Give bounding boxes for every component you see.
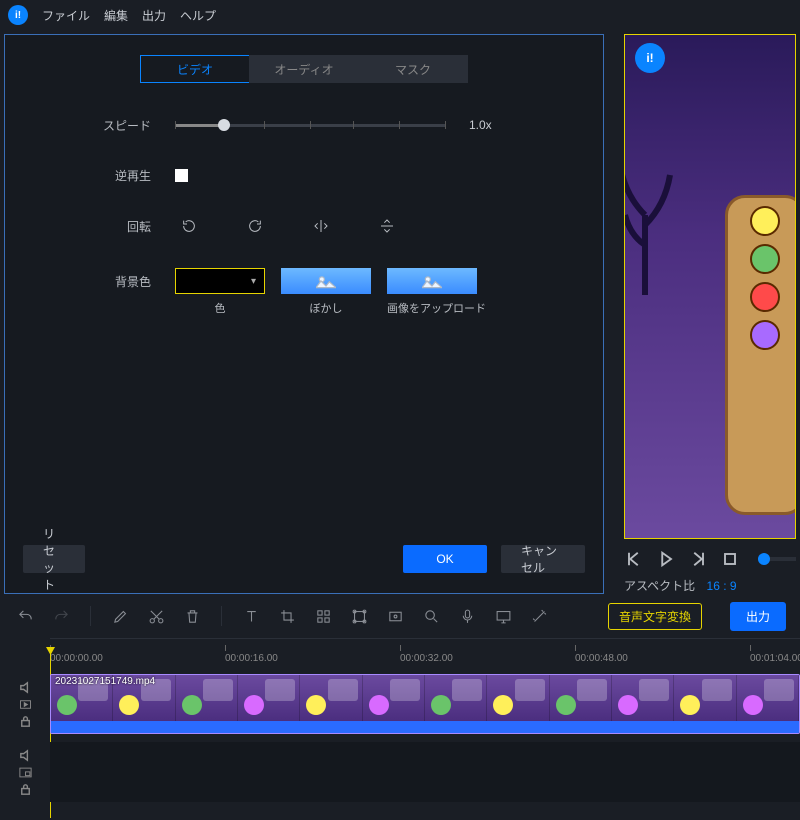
bgcolor-upload-button[interactable] [387, 268, 477, 294]
video-track-icon [18, 697, 33, 712]
empty-track-body[interactable] [50, 742, 800, 802]
speed-slider-thumb[interactable] [218, 119, 230, 131]
watermark-logo-icon: i! [635, 43, 665, 73]
preview-viewport[interactable]: i! [624, 34, 796, 539]
next-frame-button[interactable] [688, 549, 708, 569]
bgcolor-blur-button[interactable] [281, 268, 371, 294]
bgcolor-blur-label: ぼかし [281, 300, 371, 316]
stop-button[interactable] [720, 549, 740, 569]
mosaic-icon[interactable] [312, 605, 334, 627]
screen-record-icon[interactable] [492, 605, 514, 627]
scene-character-panel [725, 195, 796, 515]
redo-icon[interactable] [50, 605, 72, 627]
lock-icon [18, 714, 33, 729]
scene-tree-icon [624, 95, 675, 295]
tab-mask[interactable]: マスク [358, 55, 468, 83]
time-mark: 00:00:32.00 [400, 653, 453, 664]
pip-track-icon [18, 765, 33, 780]
cancel-button[interactable]: キャンセル [501, 545, 585, 573]
clip-settings-dialog: ビデオ オーディオ マスク スピード [4, 34, 604, 594]
zoom-icon[interactable] [420, 605, 442, 627]
tab-video[interactable]: ビデオ [140, 55, 250, 83]
aspect-value[interactable]: 16 : 9 [707, 579, 737, 593]
menu-help[interactable]: ヘルプ [180, 7, 216, 24]
reset-button[interactable]: リセット [23, 545, 85, 573]
voiceover-mic-icon[interactable] [456, 605, 478, 627]
timeline-clip[interactable]: 20231027151749.mp4 [50, 674, 800, 734]
rotate-label: 回転 [95, 218, 151, 235]
bgcolor-label: 背景色 [95, 273, 151, 290]
flip-vertical-icon[interactable] [373, 214, 401, 238]
time-mark: 00:00:00.00 [50, 653, 103, 664]
cut-scissors-icon[interactable] [145, 605, 167, 627]
speed-slider[interactable] [175, 113, 445, 137]
menu-edit[interactable]: 編集 [104, 7, 128, 24]
edit-pencil-icon[interactable] [109, 605, 131, 627]
undo-icon[interactable] [14, 605, 36, 627]
pip-track [0, 742, 800, 802]
time-mark: 00:00:48.00 [575, 653, 628, 664]
video-track: 20231027151749.mp4 [0, 674, 800, 734]
speaker-icon [18, 680, 33, 695]
freeze-frame-icon[interactable] [384, 605, 406, 627]
preview-scrubber[interactable] [758, 557, 796, 561]
speed-value: 1.0x [469, 118, 492, 132]
text-tool-icon[interactable] [240, 605, 262, 627]
tab-audio[interactable]: オーディオ [249, 55, 359, 83]
prev-frame-button[interactable] [624, 549, 644, 569]
time-mark: 00:00:16.00 [225, 653, 278, 664]
export-button[interactable]: 出力 [730, 602, 786, 631]
effects-wand-icon[interactable] [528, 605, 550, 627]
rotate-cw-icon[interactable] [241, 214, 269, 238]
clip-audio-waveform [51, 721, 799, 733]
bgcolor-dropdown[interactable]: ▾ [175, 268, 265, 294]
flip-horizontal-icon[interactable] [307, 214, 335, 238]
menu-file[interactable]: ファイル [42, 7, 90, 24]
speaker-icon [18, 748, 33, 763]
rotate-ccw-icon[interactable] [175, 214, 203, 238]
crop-icon[interactable] [276, 605, 298, 627]
video-track-header[interactable] [0, 674, 50, 734]
settings-tabs: ビデオ オーディオ マスク [5, 55, 603, 83]
timeline-ruler[interactable]: 00:00:00.00 00:00:16.00 00:00:32.00 00:0… [50, 638, 800, 666]
ok-button[interactable]: OK [403, 545, 487, 573]
reverse-checkbox[interactable] [175, 169, 188, 182]
bgcolor-color-label: 色 [175, 300, 265, 316]
speed-label: スピード [95, 117, 151, 134]
pip-track-header[interactable] [0, 742, 50, 802]
aspect-label: アスペクト比 [624, 579, 695, 593]
transport-controls [624, 549, 796, 569]
chevron-down-icon: ▾ [251, 276, 256, 287]
voice-to-text-button[interactable]: 音声文字変換 [608, 603, 702, 630]
clip-filename: 20231027151749.mp4 [55, 676, 155, 687]
menu-bar: i! ファイル 編集 出力 ヘルプ [0, 0, 800, 30]
transform-icon[interactable] [348, 605, 370, 627]
play-button[interactable] [656, 549, 676, 569]
aspect-ratio-display: アスペクト比 16 : 9 [624, 577, 796, 594]
editor-toolbar: 音声文字変換 出力 [0, 594, 800, 638]
menu-output[interactable]: 出力 [142, 7, 166, 24]
reverse-label: 逆再生 [95, 167, 151, 184]
bgcolor-upload-label: 画像をアップロード [387, 300, 486, 316]
app-logo-icon: i! [8, 5, 28, 25]
lock-icon [18, 782, 33, 797]
time-mark: 00:01:04.00 [750, 653, 800, 664]
delete-trash-icon[interactable] [181, 605, 203, 627]
